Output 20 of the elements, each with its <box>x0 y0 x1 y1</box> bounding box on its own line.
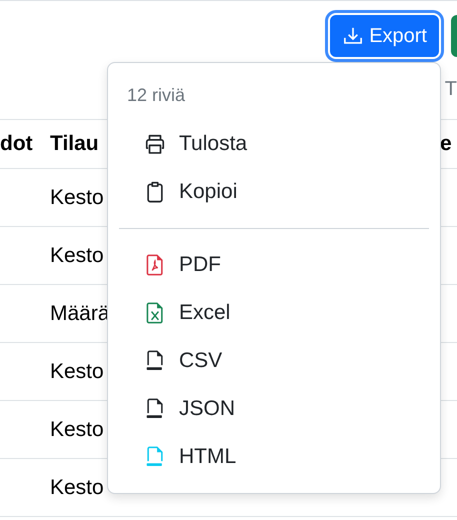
table-cell: Kesto <box>50 418 104 440</box>
column-header: e <box>440 132 452 155</box>
menu-item[interactable]: Excel <box>108 289 440 337</box>
menu-item[interactable]: JSON <box>108 385 440 433</box>
menu-item[interactable]: Tulosta <box>108 120 440 168</box>
menu-item[interactable]: Kopioi <box>108 168 440 216</box>
table-cell: Kesto <box>50 360 104 382</box>
table-cell: Kesto <box>50 244 104 266</box>
printer-icon <box>144 133 166 155</box>
menu-item[interactable]: PDF <box>108 241 440 289</box>
column-header: dot <box>0 132 33 155</box>
menu-item[interactable]: CSV <box>108 337 440 385</box>
menu-item[interactable]: HTML <box>108 433 440 481</box>
table-cell: Kesto <box>50 186 104 208</box>
toolbar-text: T <box>444 78 457 101</box>
column-header: Tilau <box>50 132 99 155</box>
download-icon <box>343 26 364 46</box>
table-cell: Määrä <box>50 302 110 324</box>
row-count: 12 riviä <box>126 85 186 107</box>
table-cell: Kesto <box>50 476 104 498</box>
